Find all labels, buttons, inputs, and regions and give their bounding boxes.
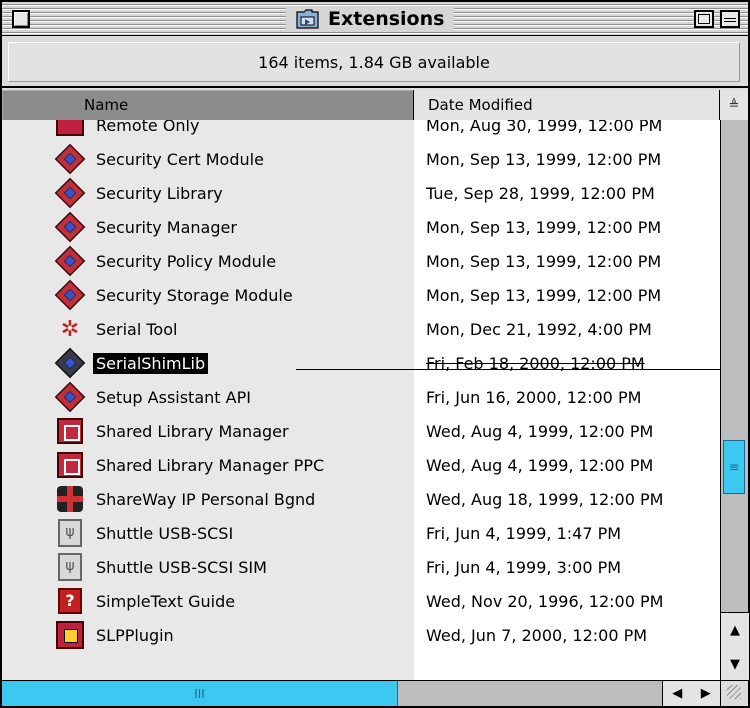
file-name[interactable]: Serial Tool <box>96 320 177 339</box>
list-item[interactable]: Remote Only Mon, Aug 30, 1999, 12:00 PM <box>2 120 720 142</box>
shared-library-icon <box>54 449 86 481</box>
security-icon <box>54 279 86 311</box>
security-icon <box>54 211 86 243</box>
file-name[interactable]: Security Manager <box>96 218 237 237</box>
usb-icon: ψ <box>54 551 86 583</box>
status-bar: 164 items, 1.84 GB available <box>2 36 748 88</box>
remote-icon <box>54 120 86 141</box>
date-modified: Wed, Nov 20, 1996, 12:00 PM <box>426 591 664 611</box>
date-modified: Wed, Aug 4, 1999, 12:00 PM <box>426 455 654 475</box>
scroll-down-arrow-icon[interactable]: ▼ <box>721 647 749 681</box>
file-name[interactable]: Shared Library Manager <box>96 422 289 441</box>
simpletext-guide-icon: ? <box>54 585 86 617</box>
list-item[interactable]: Security Library Tue, Sep 28, 1999, 12:00… <box>2 176 720 210</box>
date-modified: Mon, Dec 21, 1992, 4:00 PM <box>426 319 652 339</box>
date-modified: Mon, Sep 13, 1999, 12:00 PM <box>426 251 662 271</box>
date-modified: Fri, Jun 16, 2000, 12:00 PM <box>426 387 642 407</box>
column-headers: Name Date Modified ≜ <box>2 90 748 120</box>
security-icon <box>54 143 86 175</box>
vertical-scrollbar[interactable]: ≡ ▲ ▼ <box>720 120 749 680</box>
date-modified: Tue, Sep 28, 1999, 12:00 PM <box>426 183 655 203</box>
file-name[interactable]: Shared Library Manager PPC <box>96 456 324 475</box>
file-name[interactable]: Shuttle USB-SCSI <box>96 524 233 543</box>
finder-window: Extensions 164 items, 1.84 GB available … <box>0 0 750 708</box>
file-name[interactable]: Shuttle USB-SCSI SIM <box>96 558 267 577</box>
vertical-scroll-arrows: ▲ ▼ <box>721 612 749 680</box>
file-name[interactable]: Security Policy Module <box>96 252 276 271</box>
zoom-box-icon[interactable] <box>694 10 714 28</box>
file-name[interactable]: Security Library <box>96 184 223 203</box>
list-item[interactable]: Setup Assistant API Fri, Jun 16, 2000, 12… <box>2 380 720 414</box>
date-modified: Wed, Jun 7, 2000, 12:00 PM <box>426 625 648 645</box>
list-item[interactable]: SLPPlugin Wed, Jun 7, 2000, 12:00 PM <box>2 618 720 652</box>
list-item[interactable]: ShareWay IP Personal Bgnd Wed, Aug 18, 19… <box>2 482 720 516</box>
window-title: Extensions <box>286 6 455 32</box>
scroll-right-arrow-icon[interactable]: ▶ <box>701 686 711 701</box>
date-modified: Fri, Jun 4, 1999, 3:00 PM <box>426 557 622 577</box>
column-header-date-modified[interactable]: Date Modified <box>414 90 720 120</box>
file-name[interactable]: SimpleText Guide <box>96 592 235 611</box>
usb-icon: ψ <box>54 517 86 549</box>
list-item[interactable]: Security Manager Mon, Sep 13, 1999, 12:00… <box>2 210 720 244</box>
vertical-scroll-thumb[interactable]: ≡ <box>723 440 745 494</box>
slp-plugin-icon <box>54 619 86 651</box>
date-modified: Wed, Aug 18, 1999, 12:00 PM <box>426 489 664 509</box>
status-text: 164 items, 1.84 GB available <box>8 42 740 82</box>
file-name[interactable]: ShareWay IP Personal Bgnd <box>96 490 315 509</box>
list-item[interactable]: ? SimpleText Guide Wed, Nov 20, 1996, 12:0… <box>2 584 720 618</box>
file-name[interactable]: Security Storage Module <box>96 286 293 305</box>
window-title-text: Extensions <box>328 8 445 30</box>
file-list[interactable]: Remote Only Mon, Aug 30, 1999, 12:00 PM Se… <box>2 120 720 680</box>
list-item[interactable]: ψ Shuttle USB-SCSI SIM Fri, Jun 4, 1999, 3… <box>2 550 720 584</box>
horizontal-scroll-thumb[interactable]: III <box>2 681 398 706</box>
file-name[interactable]: SerialShimLib <box>93 352 209 374</box>
security-icon <box>54 381 86 413</box>
list-item[interactable]: Security Cert Module Mon, Sep 13, 1999, 1… <box>2 142 720 176</box>
date-modified: Fri, Jun 4, 1999, 1:47 PM <box>426 523 622 543</box>
title-bar[interactable]: Extensions <box>2 2 748 36</box>
folder-icon <box>296 8 320 30</box>
security-icon <box>54 245 86 277</box>
list-item[interactable]: Security Storage Module Mon, Sep 13, 1999… <box>2 278 720 312</box>
list-item[interactable]: SerialShimLib Fri, Feb 18, 2000, 12:00 PM <box>2 346 720 380</box>
shared-library-icon <box>54 415 86 447</box>
serial-tool-icon: ✲ <box>60 316 80 342</box>
list-item[interactable]: Security Policy Module Mon, Sep 13, 1999,… <box>2 244 720 278</box>
collapse-box-icon[interactable] <box>720 10 740 28</box>
security-dark-icon <box>54 347 86 379</box>
close-box-icon[interactable] <box>12 10 30 28</box>
date-modified: Mon, Sep 13, 1999, 12:00 PM <box>426 217 662 237</box>
horizontal-scrollbar[interactable]: III ◀ ▶ <box>2 680 720 706</box>
date-modified: Mon, Sep 13, 1999, 12:00 PM <box>426 285 662 305</box>
security-icon <box>54 177 86 209</box>
scroll-left-arrow-icon[interactable]: ◀ <box>672 686 682 701</box>
list-item[interactable]: Shared Library Manager Wed, Aug 4, 1999, … <box>2 414 720 448</box>
shareway-icon <box>54 483 86 515</box>
horizontal-scroll-arrows: ◀ ▶ <box>662 681 720 706</box>
drag-line <box>296 369 720 370</box>
column-header-name[interactable]: Name <box>2 90 414 120</box>
date-modified: Wed, Aug 4, 1999, 12:00 PM <box>426 421 654 441</box>
scroll-up-arrow-icon[interactable]: ▲ <box>721 613 749 647</box>
file-name[interactable]: Security Cert Module <box>96 150 264 169</box>
date-modified: Mon, Sep 13, 1999, 12:00 PM <box>426 149 662 169</box>
file-name[interactable]: Setup Assistant API <box>96 388 251 407</box>
list-item[interactable]: ψ Shuttle USB-SCSI Fri, Jun 4, 1999, 1:47 … <box>2 516 720 550</box>
resize-grow-box-icon[interactable] <box>720 680 748 706</box>
list-item[interactable]: ✲ Serial Tool Mon, Dec 21, 1992, 4:00 PM <box>2 312 720 346</box>
file-name[interactable]: Remote Only <box>96 120 199 135</box>
list-item[interactable]: Shared Library Manager PPC Wed, Aug 4, 19… <box>2 448 720 482</box>
file-name[interactable]: SLPPlugin <box>96 626 174 645</box>
date-modified: Mon, Aug 30, 1999, 12:00 PM <box>426 120 663 135</box>
sort-direction-button[interactable]: ≜ <box>720 90 748 120</box>
